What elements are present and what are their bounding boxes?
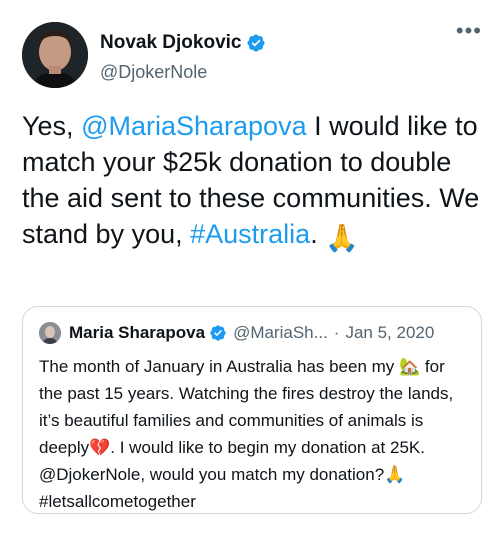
quoted-author-handle[interactable]: @MariaSh... — [233, 323, 328, 343]
quoted-author-name[interactable]: Maria Sharapova — [69, 323, 205, 343]
quoted-tweet-date[interactable]: Jan 5, 2020 — [345, 323, 434, 343]
tweet-text-segment: . — [310, 219, 326, 249]
verified-badge-icon — [246, 33, 266, 53]
quoted-tweet-header: Maria Sharapova @MariaSh... · Jan 5, 202… — [39, 321, 469, 345]
quoted-author-avatar[interactable] — [39, 322, 61, 344]
author-name[interactable]: Novak Djokovic — [100, 32, 242, 54]
hashtag-link[interactable]: #Australia — [190, 219, 310, 249]
verified-badge-icon — [209, 324, 227, 342]
more-horizontal-icon[interactable]: ••• — [456, 20, 482, 42]
folded-hands-icon: 🙏 — [384, 465, 406, 484]
tweet-header: Novak Djokovic @DjokerNole ••• — [22, 20, 488, 92]
mention-link[interactable]: @MariaSharapova — [81, 111, 307, 141]
broken-heart-icon: 💔 — [89, 438, 111, 457]
tweet-text-segment: Yes, — [22, 111, 82, 141]
author-avatar[interactable] — [22, 22, 88, 88]
quoted-tweet[interactable]: Maria Sharapova @MariaSh... · Jan 5, 202… — [22, 306, 482, 514]
quoted-text-segment: The month of January in Australia has be… — [39, 357, 400, 376]
house-with-garden-icon: 🏡 — [399, 357, 421, 376]
quoted-tweet-body: The month of January in Australia has be… — [39, 353, 469, 515]
tweet-body: Yes, @MariaSharapova I would like to mat… — [22, 108, 492, 256]
folded-hands-icon: 🙏 — [325, 223, 359, 253]
quoted-hashtag: #letsallcometogether — [39, 492, 196, 511]
separator-dot: · — [333, 323, 340, 342]
author-handle[interactable]: @DjokerNole — [100, 62, 207, 83]
